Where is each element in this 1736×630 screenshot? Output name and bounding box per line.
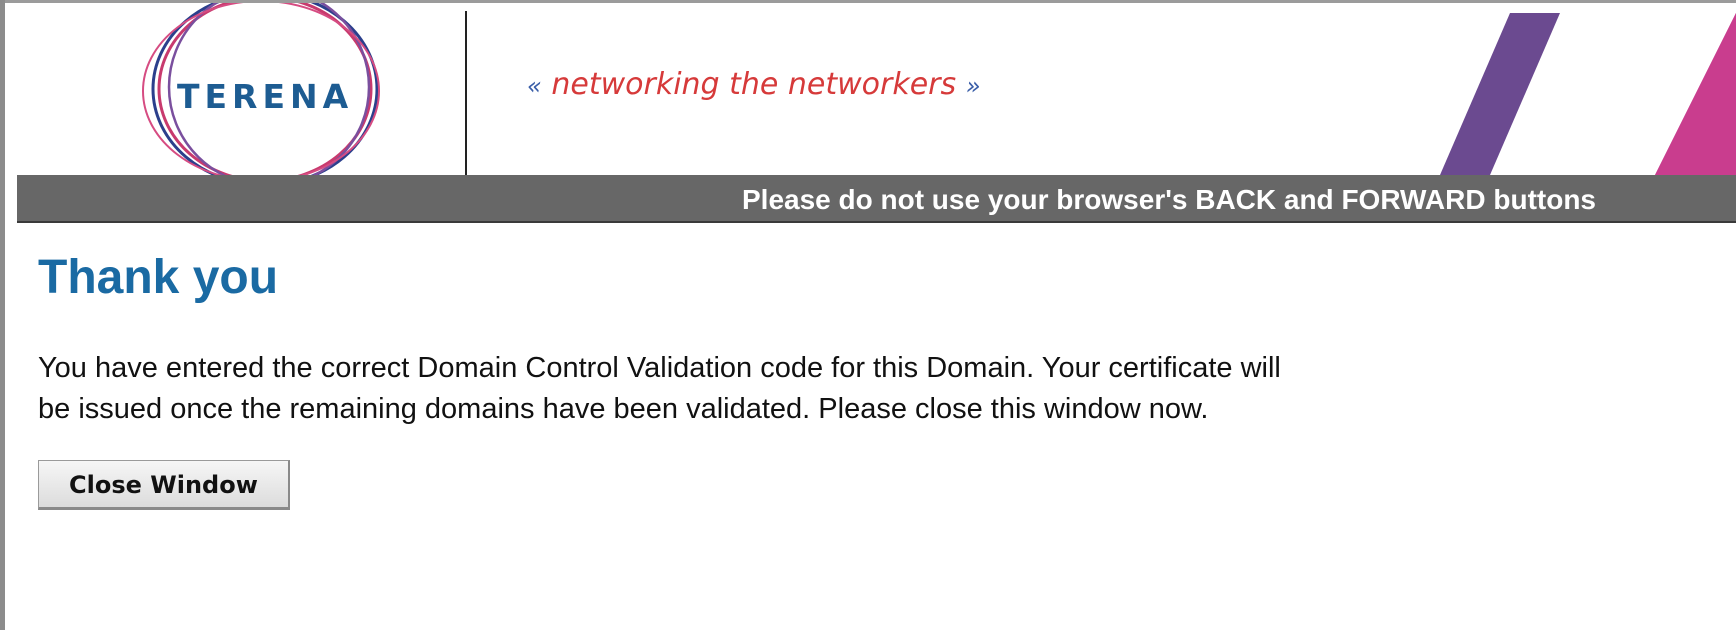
message-line-2: be issued once the remaining domains hav… (38, 393, 1209, 425)
page: TERENA « networking the networkers » Ple… (0, 0, 1736, 630)
notice-bar: Please do not use your browser's BACK an… (17, 175, 1736, 223)
confirmation-message: You have entered the correct Domain Cont… (38, 348, 1598, 430)
header-divider (465, 11, 467, 175)
slogan-close-quote: » (965, 72, 981, 100)
page-title: Thank you (38, 251, 279, 304)
main-content: Thank you You have entered the correct D… (38, 250, 1638, 510)
notice-text: Please do not use your browser's BACK an… (741, 184, 1596, 215)
logo-cell: TERENA (5, 3, 465, 175)
slogan-text: networking the networkers (551, 67, 957, 102)
slogan-open-quote: « (527, 72, 542, 100)
decorative-stripes (1440, 13, 1736, 175)
slogan: « networking the networkers » (527, 67, 981, 102)
close-window-button[interactable]: Close Window (38, 460, 290, 510)
message-line-1: You have entered the correct Domain Cont… (38, 352, 1281, 384)
logo-text: TERENA (177, 77, 354, 116)
site-header: TERENA « networking the networkers » (5, 3, 1736, 175)
